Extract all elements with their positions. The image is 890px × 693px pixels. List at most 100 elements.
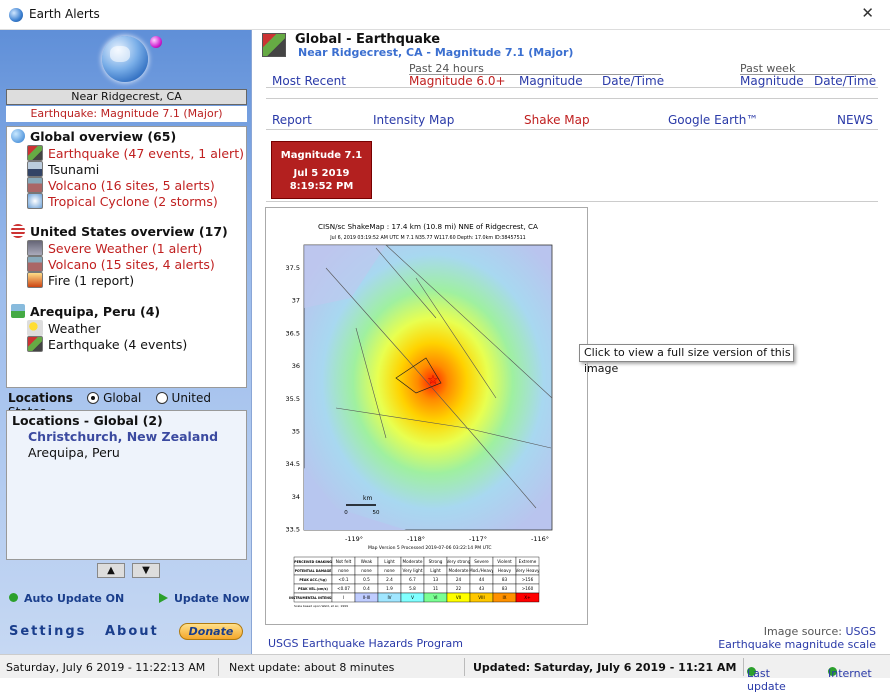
legend-value: 44: [479, 577, 485, 582]
past24-magnitude-link[interactable]: Magnitude 6.0+: [409, 74, 506, 88]
shakemap-image[interactable]: CISN/sc ShakeMap : 17.4 km (10.8 mi) NNE…: [265, 207, 588, 625]
legend-value: 24: [456, 577, 462, 582]
legend-value: <0.1: [338, 577, 349, 582]
app-globe-icon: [9, 8, 23, 22]
image-tooltip: Click to view a full size version of thi…: [579, 344, 794, 375]
status-separator: [743, 658, 744, 676]
group-us[interactable]: United States overview (17): [11, 224, 228, 239]
latitude-tick: 35: [292, 428, 300, 436]
donate-button[interactable]: Donate: [179, 623, 243, 640]
intensity-map-link[interactable]: Intensity Map: [373, 113, 454, 127]
weather-icon: [27, 320, 43, 336]
most-recent-link[interactable]: Most Recent: [272, 74, 346, 88]
list-item-weather[interactable]: Weather: [27, 320, 101, 336]
location-item[interactable]: Christchurch, New Zealand: [28, 429, 218, 444]
epicenter-star-icon: ☆: [427, 373, 439, 388]
shakemap-subtitle: Jul 6, 2019 03:19:52 AM UTC M 7.1 N35.77…: [329, 235, 525, 241]
location-name[interactable]: Near Ridgecrest, CA: [6, 89, 247, 105]
move-up-button[interactable]: ▲: [97, 563, 125, 578]
image-source-link[interactable]: USGS: [845, 625, 876, 638]
legend-value: Very strong: [447, 559, 471, 564]
group-title: Arequipa, Peru (4): [30, 304, 161, 319]
landscape-icon: [11, 304, 25, 318]
status-separator: [464, 658, 465, 676]
news-link[interactable]: NEWS: [837, 113, 873, 127]
legend-value: 22: [456, 586, 462, 591]
radio-united-states[interactable]: [155, 392, 168, 404]
earthquake-icon: [262, 33, 286, 57]
event-magnitude-card[interactable]: Magnitude 7.1 Jul 5 2019 8:19:52 PM: [271, 141, 372, 199]
location-alert[interactable]: Earthquake: Magnitude 7.1 (Major): [6, 106, 247, 122]
legend-value: Mod./Heavy: [469, 568, 494, 573]
longitude-tick: -117°: [469, 535, 487, 543]
shakemap-title: CISN/sc ShakeMap : 17.4 km (10.8 mi) NNE…: [318, 222, 538, 231]
longitude-tick: -118°: [407, 535, 425, 543]
intensity-legend: PERCEIVED SHAKING Not felt Weak Light Modera…: [289, 556, 540, 608]
legend-value: IV: [387, 595, 391, 600]
legend-value: 11: [433, 586, 439, 591]
page-title: Global - Earthquake: [295, 32, 441, 47]
legend-row-label: PERCEIVED SHAKING: [294, 560, 332, 564]
list-item-cyclone[interactable]: Tropical Cyclone (2 storms): [27, 193, 218, 209]
update-now-button[interactable]: Update Now: [159, 592, 250, 605]
latitude-tick: 35.5: [286, 395, 300, 403]
legend-value: 83: [502, 577, 508, 582]
tsunami-icon: [27, 161, 43, 177]
past24-magnitude-sort[interactable]: Magnitude: [519, 74, 583, 88]
longitude-tick: -116°: [531, 535, 549, 543]
legend-row-label: POTENTIAL DAMAGE: [295, 569, 332, 573]
past24-date-sort[interactable]: Date/Time: [602, 74, 664, 88]
event-date: Jul 5 2019: [293, 168, 350, 179]
item-label: Severe Weather (1 alert): [48, 241, 203, 256]
usgs-program-link[interactable]: USGS Earthquake Hazards Program: [268, 637, 463, 650]
move-down-button[interactable]: ▼: [132, 563, 160, 578]
fire-icon: [27, 272, 43, 288]
report-link[interactable]: Report: [272, 113, 312, 127]
list-item-fire[interactable]: Fire (1 report): [27, 272, 134, 288]
legend-row-label: INSTRUMENTAL INTENSITY: [289, 596, 337, 600]
event-time: 8:19:52 PM: [289, 181, 354, 192]
legend-row-label: PEAK ACC.(%g): [299, 578, 327, 582]
group-title: Global overview (65): [30, 129, 177, 144]
google-earth-link[interactable]: Google Earth™: [668, 113, 758, 127]
list-item-volcano-us[interactable]: Volcano (15 sites, 4 alerts): [27, 256, 215, 272]
latitude-tick: 34.5: [286, 460, 300, 468]
latitude-tick: 36.5: [286, 329, 300, 337]
latitude-tick: 37: [292, 297, 300, 305]
earthquake-icon: [27, 336, 43, 352]
legend-value: Light: [430, 568, 441, 573]
list-item-tsunami[interactable]: Tsunami: [27, 161, 99, 177]
group-arequipa[interactable]: Arequipa, Peru (4): [11, 304, 160, 319]
legend-value: none: [361, 568, 372, 573]
legend-value: Very light: [403, 568, 423, 573]
about-button[interactable]: About: [105, 624, 159, 639]
legend-value: <0.07: [337, 586, 350, 591]
auto-update-toggle[interactable]: Auto Update ON: [9, 592, 124, 605]
legend-value: 2.4: [386, 577, 393, 582]
latitude-tick: 36: [292, 362, 300, 370]
close-icon[interactable]: ✕: [861, 4, 874, 22]
settings-button[interactable]: Settings: [9, 624, 86, 639]
location-item[interactable]: Arequipa, Peru: [28, 445, 120, 460]
pastweek-date-sort[interactable]: Date/Time: [814, 74, 876, 88]
shake-map-link[interactable]: Shake Map: [524, 113, 590, 127]
list-item-earthquake[interactable]: Earthquake (47 events, 1 alert): [27, 145, 244, 161]
list-item-volcano[interactable]: Volcano (16 sites, 5 alerts): [27, 177, 215, 193]
update-now-label: Update Now: [174, 592, 250, 605]
list-item-severe-weather[interactable]: Severe Weather (1 alert): [27, 240, 202, 256]
pastweek-magnitude-sort[interactable]: Magnitude: [740, 74, 804, 88]
legend-value: VII: [456, 595, 461, 600]
item-label: Tropical Cyclone (2 storms): [48, 194, 218, 209]
scale-tick: 0: [344, 510, 348, 516]
legend-value: Moderate: [449, 568, 469, 573]
legend-value: II-III: [363, 595, 371, 600]
group-global[interactable]: Global overview (65): [11, 129, 176, 144]
magnitude-scale-link[interactable]: Earthquake magnitude scale: [718, 638, 876, 651]
us-flag-icon: [11, 224, 25, 238]
radio-global[interactable]: [87, 392, 100, 404]
radio-global-label[interactable]: Global: [103, 391, 141, 405]
legend-value: Moderate: [403, 559, 423, 564]
volcano-icon: [27, 256, 43, 272]
list-item-earthquake-peru[interactable]: Earthquake (4 events): [27, 336, 187, 352]
legend-value: 13: [433, 577, 439, 582]
